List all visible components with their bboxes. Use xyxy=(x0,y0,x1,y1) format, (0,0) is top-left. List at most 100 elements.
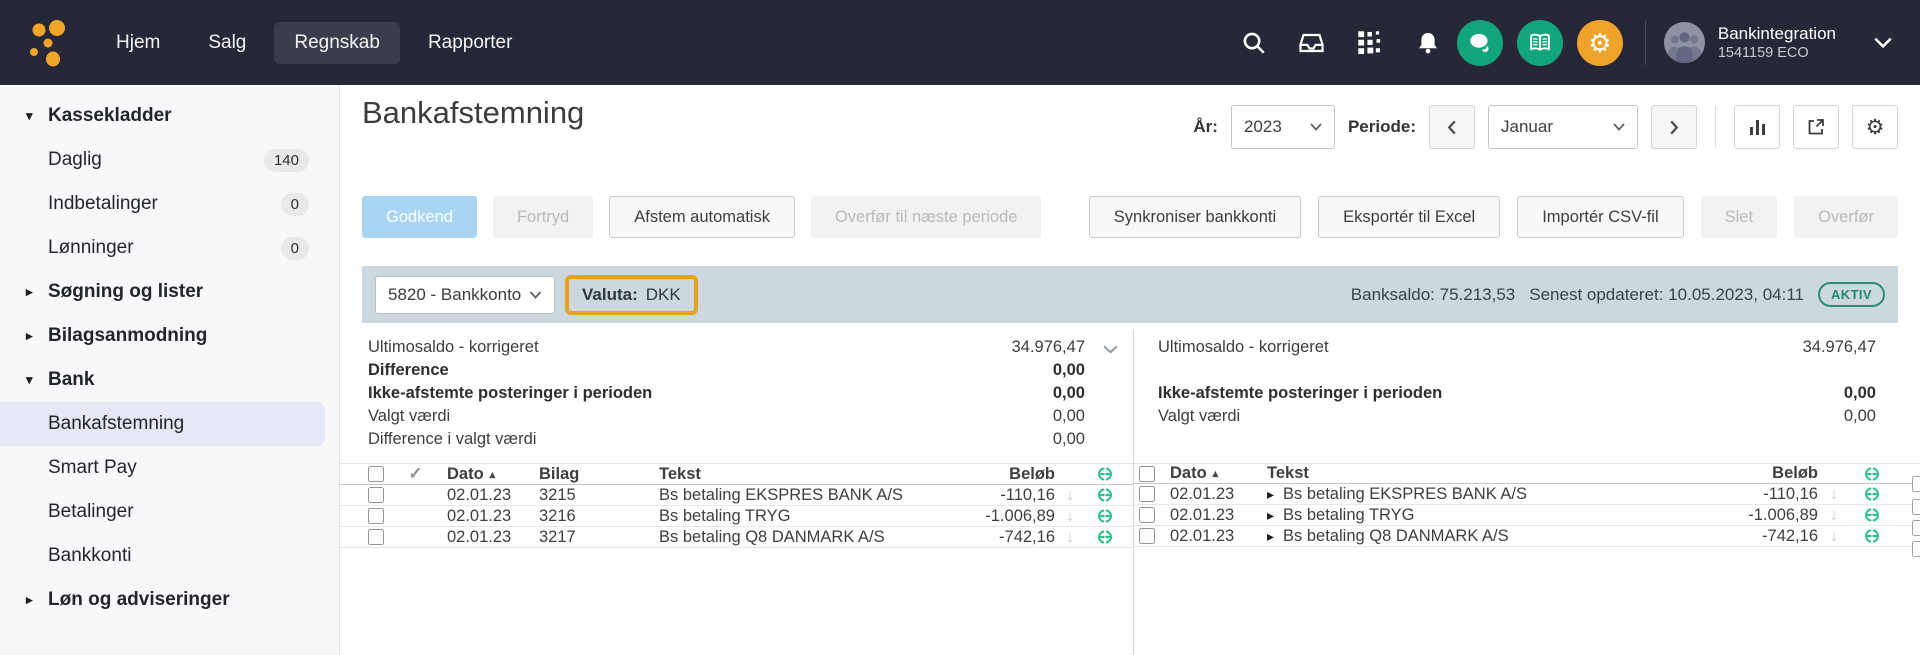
ledger-table-header: ✓ Dato▴ Bilag Tekst Beløb xyxy=(340,463,1133,485)
bank-table: Dato▴ Tekst Beløb 02.01.23 ▸Bs betaling … xyxy=(1133,463,1920,547)
controls-divider xyxy=(1715,106,1716,148)
nav-tab-hjem[interactable]: Hjem xyxy=(96,22,180,64)
summary-expand-chevron-icon[interactable] xyxy=(1103,341,1118,359)
slet-button[interactable]: Slet xyxy=(1701,196,1777,238)
sidebar-item-bankkonti[interactable]: Bankkonti xyxy=(0,534,339,578)
afstem-automatisk-button[interactable]: Afstem automatisk xyxy=(609,196,795,238)
link-column-icon xyxy=(1085,465,1125,483)
row-checkbox[interactable] xyxy=(1139,528,1155,544)
sidebar-item-daglig[interactable]: Daglig 140 xyxy=(0,138,339,182)
row-checkbox[interactable] xyxy=(1139,507,1155,523)
ledger-table: ✓ Dato▴ Bilag Tekst Beløb 02.01.23 3215 … xyxy=(340,463,1133,548)
synkroniser-bankkonti-button[interactable]: Synkroniser bankkonti xyxy=(1089,196,1301,238)
status-badge: AKTIV xyxy=(1818,282,1885,307)
move-down-icon[interactable]: ↓ xyxy=(1818,505,1850,525)
sidebar-item-indbetalinger[interactable]: Indbetalinger 0 xyxy=(0,182,339,226)
row-checkbox[interactable] xyxy=(1139,486,1155,502)
sidebar-item-label: Løn og adviseringer xyxy=(48,589,230,611)
column-belob[interactable]: Beløb xyxy=(1698,464,1818,483)
overfor-button[interactable]: Overfør xyxy=(1794,196,1898,238)
sidebar-item-betalinger[interactable]: Betalinger xyxy=(0,490,339,534)
link-entry-icon[interactable] xyxy=(1850,527,1894,545)
navbar-divider xyxy=(1645,21,1646,65)
chevron-down-icon[interactable] xyxy=(1874,37,1892,48)
chat-bubble-icon xyxy=(1468,32,1492,54)
link-entry-icon[interactable] xyxy=(1850,506,1894,524)
user-menu[interactable]: Bankintegration 1541159 ECO xyxy=(1664,22,1836,63)
importer-csv-button[interactable]: Importér CSV-fil xyxy=(1517,196,1683,238)
summary-row: Valgt værdi 0,00 xyxy=(368,405,1085,428)
sidebar-item-label: Smart Pay xyxy=(48,457,137,479)
expand-row-icon[interactable]: ▸ xyxy=(1267,507,1274,523)
chevron-down-icon: ▾ xyxy=(26,372,33,388)
user-info: Bankintegration 1541159 ECO xyxy=(1718,23,1836,62)
chevron-left-icon xyxy=(1447,120,1457,135)
bank-summary-panel: Ultimosaldo - korrigeret 34.976,47 Ikke-… xyxy=(1158,336,1876,428)
row-checkbox[interactable] xyxy=(368,487,384,503)
row-checkbox[interactable] xyxy=(368,529,384,545)
next-period-button[interactable] xyxy=(1651,105,1697,149)
sidebar-section-sogning-og-lister[interactable]: ▸ Søgning og lister xyxy=(0,270,339,314)
link-entry-icon[interactable] xyxy=(1085,486,1125,504)
nav-tab-regnskab[interactable]: Regnskab xyxy=(274,22,400,64)
sidebar-section-lon-og-adviseringer[interactable]: ▸ Løn og adviseringer xyxy=(0,578,339,622)
notifications-bell-icon[interactable] xyxy=(1413,28,1443,58)
move-down-icon[interactable]: ↓ xyxy=(1818,484,1850,504)
period-select[interactable]: Januar xyxy=(1488,105,1638,149)
open-external-button[interactable] xyxy=(1793,105,1839,149)
eksporter-excel-button[interactable]: Eksportér til Excel xyxy=(1318,196,1500,238)
column-dato[interactable]: Dato▴ xyxy=(447,465,539,484)
sidebar-item-lonninger[interactable]: Lønninger 0 xyxy=(0,226,339,270)
table-row: 02.01.23 3216 Bs betaling TRYG -1.006,89… xyxy=(340,506,1133,527)
sidebar-item-label: Søgning og lister xyxy=(48,281,203,303)
move-down-icon[interactable]: ↓ xyxy=(1818,526,1850,546)
summary-row: Ikke-afstemte posteringer i perioden 0,0… xyxy=(1158,382,1876,405)
help-book-button[interactable] xyxy=(1517,20,1563,66)
sort-asc-icon: ▴ xyxy=(1213,468,1219,480)
expand-row-icon[interactable]: ▸ xyxy=(1267,486,1274,502)
year-select[interactable]: 2023 xyxy=(1231,105,1335,149)
bank-account-select[interactable]: 5820 - Bankkonto xyxy=(375,276,555,314)
apps-grid-icon[interactable] xyxy=(1355,28,1385,58)
navbar-right: ⚙ Bankintegration 1541159 ECO xyxy=(1211,20,1892,66)
link-entry-icon[interactable] xyxy=(1085,528,1125,546)
nav-tab-rapporter[interactable]: Rapporter xyxy=(408,22,533,64)
count-badge: 140 xyxy=(264,149,309,172)
column-tekst[interactable]: Tekst xyxy=(1267,464,1698,483)
sidebar-item-label: Bank xyxy=(48,369,94,391)
sidebar-section-kassekladder[interactable]: ▾ Kassekladder xyxy=(0,94,339,138)
select-all-checkbox[interactable] xyxy=(1139,466,1155,482)
select-all-checkbox[interactable] xyxy=(368,466,384,482)
inbox-icon[interactable] xyxy=(1297,28,1327,58)
cutoff-checkbox xyxy=(1912,541,1920,557)
expand-row-icon[interactable]: ▸ xyxy=(1267,528,1274,544)
move-down-icon[interactable]: ↓ xyxy=(1055,485,1085,505)
column-bilag[interactable]: Bilag xyxy=(539,465,659,484)
settings-gear-button[interactable]: ⚙ xyxy=(1577,20,1623,66)
fortryd-button[interactable]: Fortryd xyxy=(493,196,593,238)
sidebar-section-bilagsanmodning[interactable]: ▸ Bilagsanmodning xyxy=(0,314,339,358)
move-down-icon[interactable]: ↓ xyxy=(1055,506,1085,526)
previous-period-button[interactable] xyxy=(1429,105,1475,149)
summary-row: Ikke-afstemte posteringer i perioden 0,0… xyxy=(368,382,1085,405)
move-down-icon[interactable]: ↓ xyxy=(1055,527,1085,547)
settings-button[interactable]: ⚙ xyxy=(1852,105,1898,149)
column-belob[interactable]: Beløb xyxy=(945,465,1055,484)
nav-tab-salg[interactable]: Salg xyxy=(188,22,266,64)
column-dato[interactable]: Dato▴ xyxy=(1170,464,1252,483)
summary-row: Valgt værdi 0,00 xyxy=(1158,405,1876,428)
row-checkbox[interactable] xyxy=(368,508,384,524)
chat-support-button[interactable] xyxy=(1457,20,1503,66)
godkend-button[interactable]: Godkend xyxy=(362,196,477,238)
summary-row-spacer xyxy=(1158,359,1876,382)
link-entry-icon[interactable] xyxy=(1085,507,1125,525)
column-tekst[interactable]: Tekst xyxy=(659,465,945,484)
sidebar-section-bank[interactable]: ▾ Bank xyxy=(0,358,339,402)
sidebar-item-bankafstemning[interactable]: Bankafstemning xyxy=(0,402,325,446)
sidebar-item-smart-pay[interactable]: Smart Pay xyxy=(0,446,339,490)
chart-view-button[interactable] xyxy=(1734,105,1780,149)
economic-logo[interactable] xyxy=(26,19,74,67)
overfor-naeste-periode-button[interactable]: Overfør til næste periode xyxy=(811,196,1041,238)
search-icon[interactable] xyxy=(1239,28,1269,58)
link-entry-icon[interactable] xyxy=(1850,485,1894,503)
